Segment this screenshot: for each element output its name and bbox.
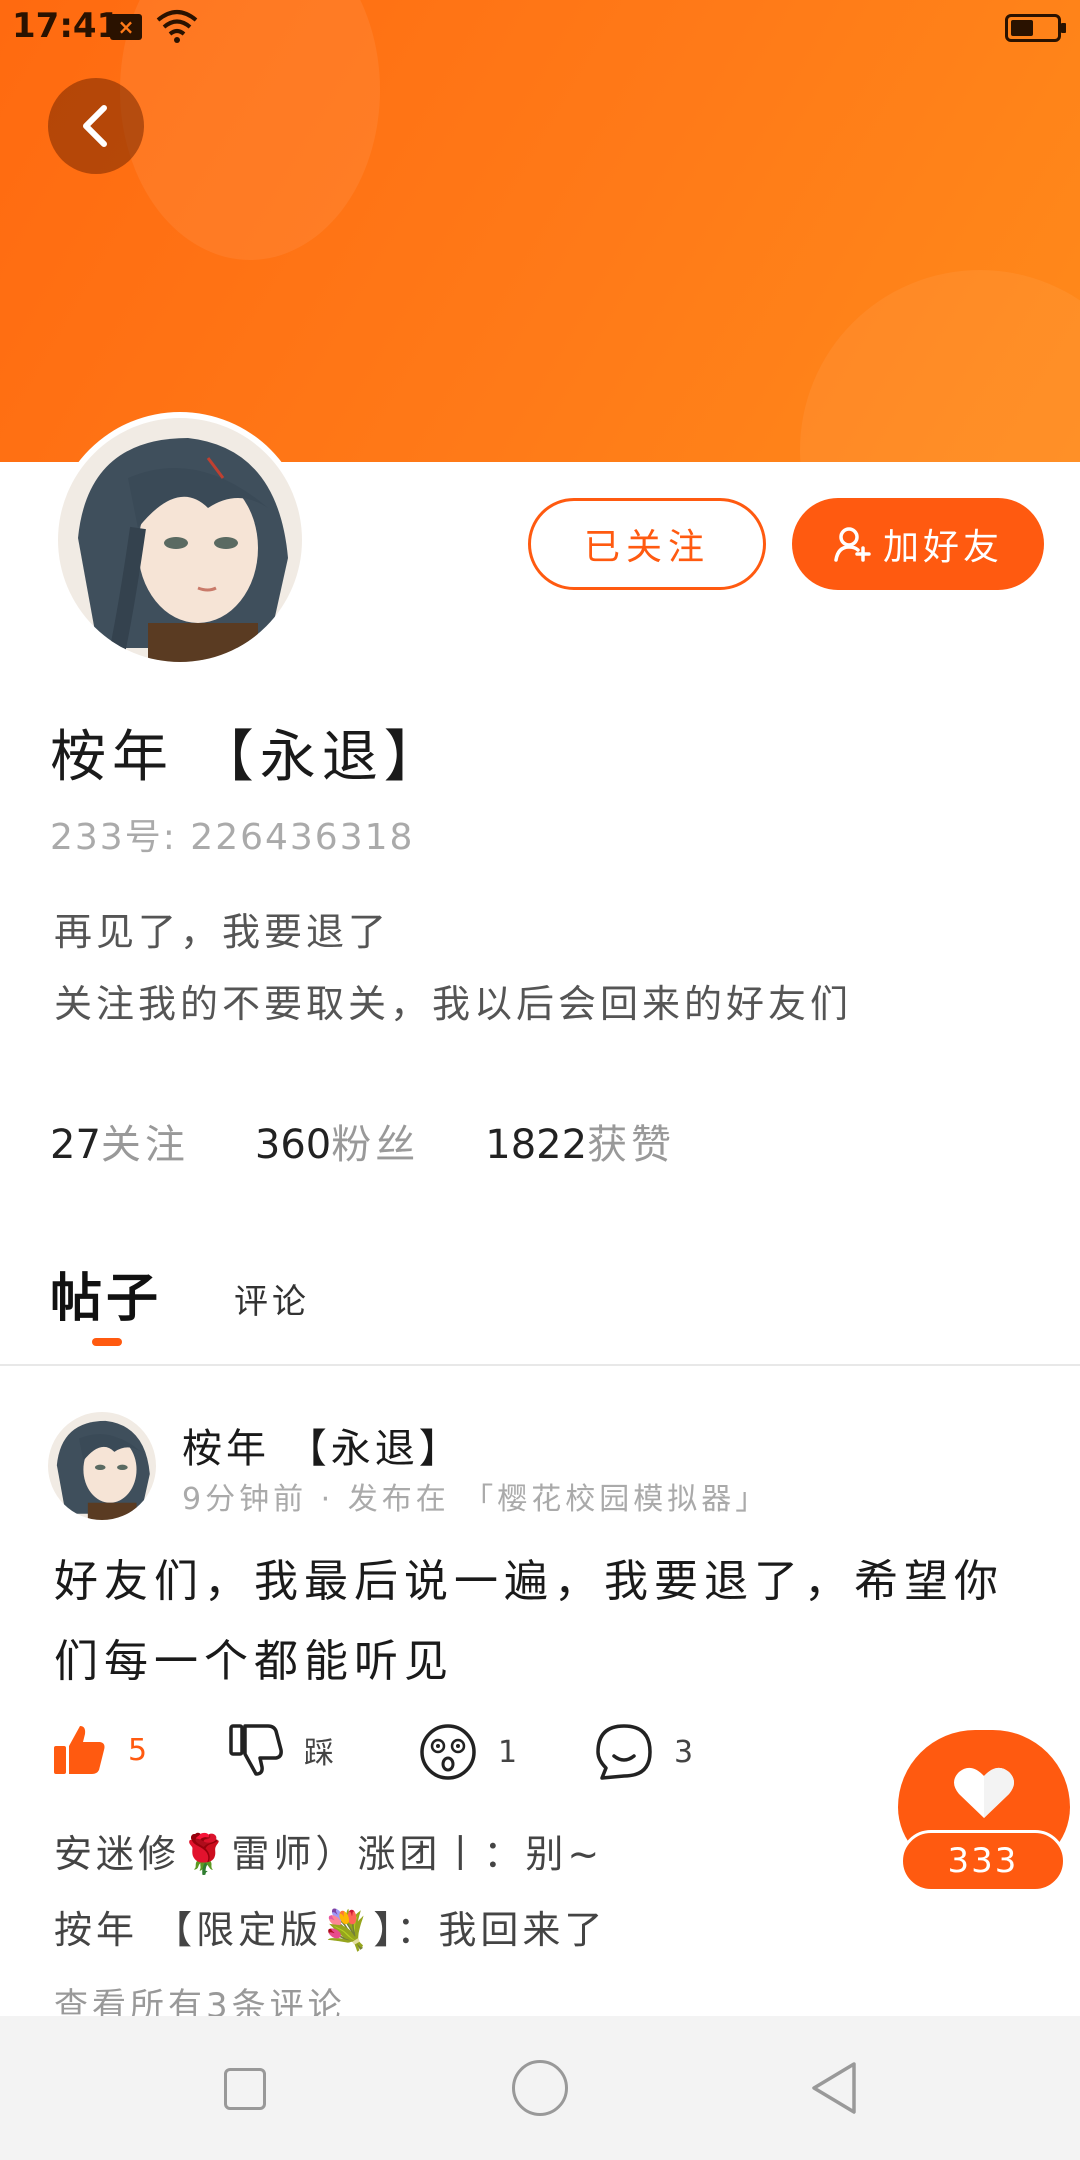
stat-following[interactable]: 27关注	[50, 1112, 189, 1170]
tab-label: 帖子	[50, 1269, 163, 1329]
dislike-button[interactable]: 踩	[228, 1722, 334, 1778]
back-button[interactable]	[48, 78, 144, 174]
chevron-left-icon	[83, 105, 107, 147]
tab-indicator	[92, 1338, 122, 1346]
status-time: 17:41	[12, 6, 121, 46]
post-author-avatar[interactable]	[48, 1412, 156, 1520]
post-actions: 5 踩 1 3	[52, 1722, 752, 1788]
comment-preview: 安迷修🌹雷师）涨团丨：别~ 按年 【限定版💐】：我回来了 查看所有3条评论	[54, 1816, 606, 2044]
profile-stats: 27关注 360粉丝 1822获赞	[50, 1112, 675, 1170]
add-friend-label: 加好友	[882, 527, 1003, 568]
status-bar: 17:41 ×	[0, 0, 1080, 56]
divider	[0, 1364, 1080, 1366]
stat-num: 1822	[485, 1122, 588, 1168]
add-friend-button[interactable]: 加好友	[792, 498, 1044, 590]
thumbs-up-icon	[54, 1726, 105, 1774]
stat-fans[interactable]: 360粉丝	[255, 1112, 419, 1170]
profile-bio: 再见了，我要退了 关注我的不要取关，我以后会回来的好友们	[54, 896, 852, 1040]
bio-line: 关注我的不要取关，我以后会回来的好友们	[54, 982, 853, 1026]
tab-label: 评论	[234, 1282, 311, 1322]
followed-button[interactable]: 已关注	[528, 498, 766, 590]
profile-tabs: 帖子 评论	[50, 1256, 1080, 1346]
dizzy-face-icon	[420, 1724, 476, 1780]
like-count: 5	[128, 1732, 148, 1768]
nav-back-button[interactable]	[808, 2060, 860, 2116]
system-nav-bar	[0, 2016, 1080, 2160]
dislike-label: 踩	[304, 1736, 334, 1771]
thumbs-down-icon	[229, 1724, 283, 1776]
comment-button[interactable]: 3	[594, 1722, 693, 1782]
comment-item[interactable]: 按年 【限定版💐】：我回来了	[54, 1892, 606, 1968]
comment-bubble-icon	[596, 1724, 652, 1780]
like-button[interactable]: 5	[52, 1722, 147, 1778]
comment-item[interactable]: 安迷修🌹雷师）涨团丨：别~	[54, 1816, 606, 1892]
stat-label: 关注	[100, 1122, 189, 1168]
stat-likes[interactable]: 1822获赞	[485, 1112, 675, 1170]
battery-icon	[1005, 14, 1066, 42]
banner-decoration	[800, 270, 1080, 462]
post-author-name[interactable]: 桉年 【永退】	[182, 1416, 463, 1474]
profile-name: 桉年 【永退】	[50, 725, 446, 790]
post-meta: 9分钟前 · 发布在 「樱花校园模拟器」	[182, 1482, 770, 1517]
add-user-icon	[834, 527, 871, 562]
heart-icon	[954, 1767, 1014, 1818]
avatar	[58, 418, 302, 662]
stat-num: 360	[254, 1122, 332, 1168]
reaction-button[interactable]: 1	[418, 1722, 517, 1782]
post-content[interactable]: 好友们，我最后说一遍，我要退了，希望你们每一个都能听见	[54, 1542, 1034, 1702]
floating-like-button[interactable]: 333	[896, 1730, 1072, 1892]
fab-count: 333	[900, 1830, 1066, 1892]
stat-label: 粉丝	[331, 1122, 420, 1168]
profile-avatar[interactable]	[52, 412, 308, 668]
wifi-icon	[156, 10, 198, 43]
tab-posts[interactable]: 帖子	[50, 1256, 163, 1346]
reaction-count: 1	[498, 1734, 518, 1770]
stat-label: 获赞	[587, 1122, 676, 1168]
tab-comments[interactable]: 评论	[234, 1274, 310, 1331]
profile-banner	[0, 0, 1080, 462]
home-button[interactable]	[512, 2060, 568, 2116]
sim-off-icon: ×	[110, 14, 142, 40]
recent-apps-button[interactable]	[224, 2068, 266, 2110]
comment-count: 3	[674, 1734, 694, 1770]
stat-num: 27	[50, 1122, 101, 1168]
profile-uid: 233号: 226436318	[50, 817, 415, 858]
bio-line: 再见了，我要退了	[54, 910, 391, 954]
followed-label: 已关注	[583, 527, 710, 568]
